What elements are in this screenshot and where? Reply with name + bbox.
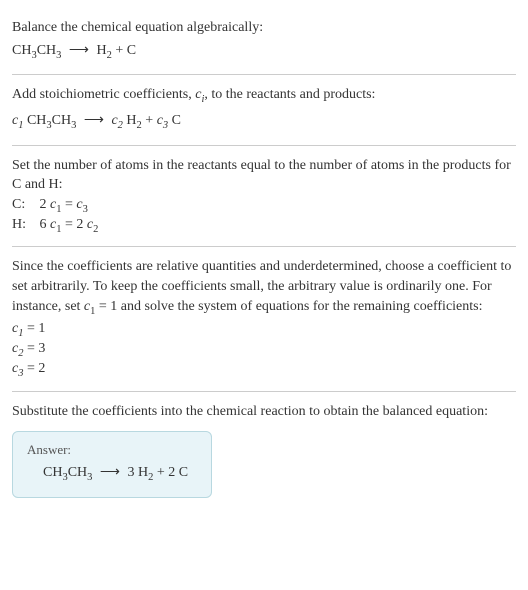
- arrow-icon: ⟶: [84, 112, 104, 129]
- c3: c3: [157, 113, 168, 128]
- coeff-equation: c1 CH3CH3 ⟶ c2 H2 + c3 C: [12, 112, 516, 131]
- section-coefficients: Add stoichiometric coefficients, ci, to …: [12, 75, 516, 145]
- final-product2: 2 C: [168, 465, 188, 480]
- c2-value: c2 = 3: [12, 341, 516, 359]
- section-answer: Substitute the coefficients into the che…: [12, 392, 516, 508]
- solve-title: Since the coefficients are relative quan…: [12, 257, 516, 319]
- answer-title: Substitute the coefficients into the che…: [12, 402, 516, 422]
- c1: c1: [12, 113, 23, 128]
- answer-box: Answer: CH3CH3 ⟶ 3 H2 + 2 C: [12, 431, 212, 498]
- arrow-icon: ⟶: [69, 42, 89, 59]
- section-problem: Balance the chemical equation algebraica…: [12, 8, 516, 75]
- reactant: CH3CH3: [12, 43, 61, 58]
- c1-value: c1 = 1: [12, 321, 516, 339]
- answer-label: Answer:: [27, 442, 197, 458]
- product2: C: [127, 43, 136, 58]
- atoms-title: Set the number of atoms in the reactants…: [12, 156, 516, 195]
- product1: H2: [96, 43, 111, 58]
- carbon-equation: C: 2 c1 = c3: [12, 197, 516, 215]
- final-reactant: CH3CH3: [43, 465, 92, 480]
- initial-equation: CH3CH3 ⟶ H2 + C: [12, 42, 516, 61]
- section-solve: Since the coefficients are relative quan…: [12, 247, 516, 391]
- arrow-icon: ⟶: [100, 464, 120, 481]
- c3-value: c3 = 2: [12, 361, 516, 379]
- problem-title: Balance the chemical equation algebraica…: [12, 18, 516, 38]
- c2: c2: [111, 113, 122, 128]
- final-product1: 3 H2: [127, 465, 153, 480]
- section-atoms: Set the number of atoms in the reactants…: [12, 146, 516, 248]
- balanced-equation: CH3CH3 ⟶ 3 H2 + 2 C: [27, 464, 197, 483]
- coeff-title: Add stoichiometric coefficients, ci, to …: [12, 85, 516, 107]
- hydrogen-equation: H: 6 c1 = 2 c2: [12, 217, 516, 235]
